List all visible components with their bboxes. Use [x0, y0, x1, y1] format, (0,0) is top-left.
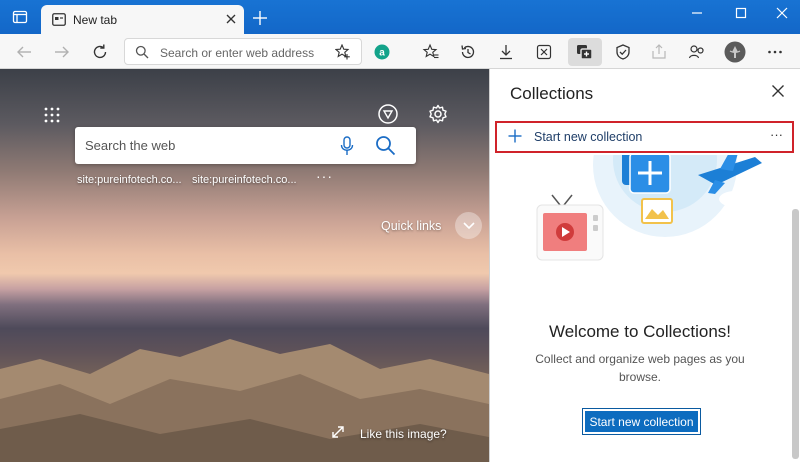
- new-tab-plus-icon[interactable]: [252, 10, 268, 26]
- collections-more-icon[interactable]: ···: [770, 127, 783, 142]
- collections-pane: Collections Start new collection ··· Wel…: [489, 69, 800, 462]
- more-horizontal-icon: [768, 50, 782, 54]
- background-landscape: [0, 339, 489, 462]
- quick-links-label[interactable]: Quick links: [381, 219, 441, 233]
- refresh-button[interactable]: [89, 41, 111, 63]
- collections-icon: [577, 45, 593, 60]
- share-button[interactable]: [648, 41, 670, 63]
- math-solver-icon: [536, 44, 552, 60]
- start-new-collection-row[interactable]: Start new collection ···: [495, 121, 794, 153]
- quick-links-more[interactable]: ···: [316, 168, 333, 184]
- back-button[interactable]: [13, 41, 35, 63]
- apps-grid-icon[interactable]: [43, 106, 61, 124]
- like-image-link[interactable]: Like this image?: [360, 427, 447, 441]
- avatar-icon: [724, 41, 746, 63]
- add-favorite-icon[interactable]: [335, 44, 351, 60]
- web-search-placeholder: Search the web: [85, 138, 176, 153]
- feedback-people-icon: [688, 45, 704, 59]
- start-new-collection-label: Start new collection: [534, 130, 643, 144]
- collections-button[interactable]: [568, 38, 602, 66]
- welcome-description: Collect and organize web pages as you br…: [535, 352, 745, 384]
- arrow-right-icon: [55, 46, 69, 58]
- close-icon[interactable]: [771, 84, 785, 98]
- quick-link-1[interactable]: site:pureinfotech.co...: [77, 174, 182, 186]
- chevron-down-icon: [462, 221, 475, 229]
- title-bar: New tab: [0, 0, 800, 34]
- new-tab-page-icon: [52, 13, 66, 26]
- collections-illustration: [536, 155, 769, 261]
- maximize-icon[interactable]: [731, 5, 751, 21]
- welcome-title: Welcome to Collections!: [548, 322, 732, 341]
- security-button[interactable]: [612, 41, 634, 63]
- favorites-icon: [422, 43, 439, 59]
- downloads-button[interactable]: [495, 41, 517, 63]
- feedback-button[interactable]: [686, 41, 708, 63]
- search-submit-icon[interactable]: [375, 135, 396, 156]
- tab-new-tab[interactable]: New tab: [41, 5, 244, 34]
- web-search-box[interactable]: Search the web: [75, 127, 416, 164]
- extension-a-icon: a: [374, 44, 390, 60]
- rewards-icon[interactable]: [377, 103, 399, 125]
- history-button[interactable]: [457, 41, 479, 63]
- minimize-icon[interactable]: [687, 5, 707, 21]
- browser-toolbar: Search or enter web address a: [0, 34, 800, 69]
- extension-button[interactable]: a: [371, 41, 393, 63]
- quick-link-2[interactable]: site:pureinfotech.co...: [192, 174, 297, 186]
- tab-actions-icon[interactable]: [12, 9, 28, 25]
- plus-icon: [508, 129, 522, 143]
- search-icon: [135, 45, 149, 59]
- math-solver-button[interactable]: [533, 41, 555, 63]
- refresh-icon: [93, 44, 107, 59]
- collections-title: Collections: [510, 84, 594, 103]
- share-icon: [652, 44, 666, 59]
- shield-check-icon: [616, 44, 630, 60]
- svg-text:a: a: [379, 48, 385, 59]
- address-placeholder: Search or enter web address: [160, 46, 315, 60]
- history-icon: [461, 45, 475, 59]
- expand-icon[interactable]: [331, 425, 345, 439]
- tab-title: New tab: [73, 13, 118, 27]
- forward-button[interactable]: [51, 41, 73, 63]
- arrow-left-icon: [17, 46, 31, 58]
- settings-more-button[interactable]: [764, 41, 786, 63]
- microphone-icon[interactable]: [340, 136, 354, 156]
- close-window-icon[interactable]: [772, 5, 792, 21]
- gear-icon[interactable]: [428, 104, 448, 124]
- new-tab-page: Search the web site:pureinfotech.co... s…: [0, 69, 489, 462]
- start-new-collection-button[interactable]: Start new collection: [582, 408, 701, 435]
- download-icon: [500, 45, 512, 60]
- favorites-button[interactable]: [420, 41, 442, 63]
- address-bar[interactable]: Search or enter web address: [124, 38, 362, 65]
- quick-links-toggle[interactable]: [455, 212, 482, 239]
- close-tab-icon[interactable]: [223, 11, 239, 27]
- profile-avatar[interactable]: [724, 41, 746, 63]
- scrollbar-thumb[interactable]: [792, 209, 799, 459]
